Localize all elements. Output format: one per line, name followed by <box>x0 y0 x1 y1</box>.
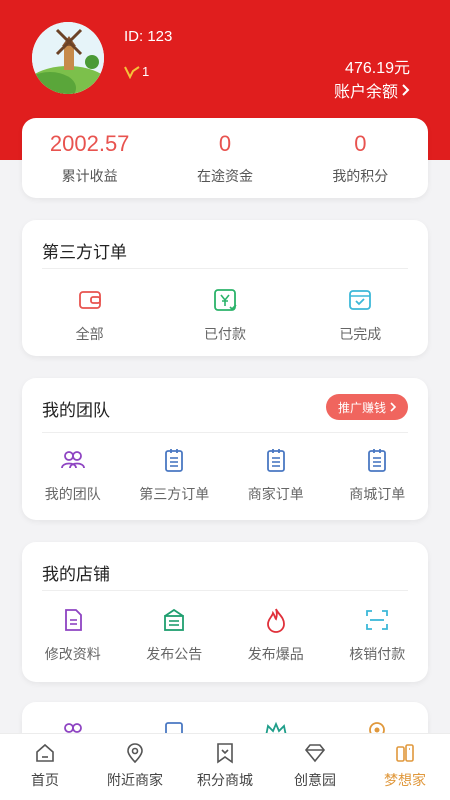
document-icon <box>64 609 82 631</box>
tab-label: 积分商城 <box>197 772 253 788</box>
tab-dreamer[interactable]: 梦想家 <box>360 734 450 800</box>
stats-card: 2002.57 累计收益 0 在途资金 0 我的积分 <box>22 118 428 198</box>
level-number: 1 <box>142 64 150 79</box>
item-label: 我的团队 <box>44 486 101 502</box>
tab-label: 创意园 <box>294 772 336 788</box>
clipboard-icon <box>266 449 285 472</box>
tab-label: 附近商家 <box>107 772 163 788</box>
stat-pending-funds[interactable]: 0 在途资金 <box>157 118 292 198</box>
my-team-button[interactable]: 我的团队 <box>22 446 124 504</box>
account-balance-link[interactable]: 账户余额 <box>334 78 410 102</box>
check-card-icon <box>349 290 372 310</box>
home-icon <box>36 743 54 762</box>
bottom-tab-bar: 首页 附近商家 积分商城 创意园 梦想家 <box>0 733 450 800</box>
tab-points-mall[interactable]: 积分商城 <box>180 734 270 800</box>
diamond-icon <box>304 744 326 763</box>
balance-label: 账户余额 <box>333 84 398 101</box>
third-party-orders-card: 第三方订单 全部 已付款 已完成 <box>22 220 428 356</box>
mall-orders-button[interactable]: 商城订单 <box>327 446 429 504</box>
member-level: 1 <box>124 64 149 79</box>
announcement-icon <box>164 608 185 631</box>
section-title: 第三方订单 <box>42 243 127 262</box>
divider <box>42 590 408 591</box>
user-id: ID: 123 <box>124 28 173 45</box>
my-shop-card: 我的店铺 修改资料 发布公告 发布爆品 核销付款 <box>22 542 428 682</box>
stat-total-earnings[interactable]: 2002.57 累计收益 <box>22 118 157 198</box>
section-title: 我的团队 <box>42 401 110 420</box>
publish-hot-product-button[interactable]: 发布爆品 <box>225 606 327 664</box>
tab-label: 首页 <box>31 772 59 788</box>
tab-label: 梦想家 <box>384 772 426 788</box>
tab-home[interactable]: 首页 <box>0 734 90 800</box>
order-all-button[interactable]: 全部 <box>22 286 157 344</box>
my-team-card: 我的团队 推广赚钱 我的团队 第三方订单 商家订单 商城订单 <box>22 378 428 520</box>
yen-check-icon <box>214 289 237 311</box>
fire-icon <box>266 608 285 633</box>
item-label: 第三方订单 <box>139 486 210 502</box>
team-third-party-orders-button[interactable]: 第三方订单 <box>124 446 226 504</box>
stat-value: 0 <box>354 131 367 156</box>
location-icon <box>127 743 143 764</box>
item-label: 发布爆品 <box>247 646 304 662</box>
publish-announcement-button[interactable]: 发布公告 <box>124 606 226 664</box>
item-label: 核销付款 <box>349 646 406 662</box>
level-badge-icon <box>124 65 140 79</box>
item-label: 已完成 <box>339 326 382 342</box>
item-label: 商家订单 <box>247 486 304 502</box>
promote-earn-button[interactable]: 推广赚钱 <box>325 394 408 420</box>
team-icon <box>60 451 85 469</box>
tab-nearby-merchants[interactable]: 附近商家 <box>90 734 180 800</box>
verify-payment-button[interactable]: 核销付款 <box>327 606 429 664</box>
order-completed-button[interactable]: 已完成 <box>293 286 428 344</box>
profile-card-icon <box>396 744 414 762</box>
wallet-icon <box>78 291 101 309</box>
shop-grid: 修改资料 发布公告 发布爆品 核销付款 <box>22 606 428 664</box>
item-label: 全部 <box>75 326 104 342</box>
avatar[interactable] <box>32 22 104 94</box>
stat-value: 0 <box>218 131 232 156</box>
stat-label: 我的积分 <box>332 168 389 184</box>
balance-amount: 476.19元 <box>345 60 410 77</box>
scan-icon <box>366 610 389 630</box>
clipboard-icon <box>165 449 184 472</box>
item-label: 修改资料 <box>44 646 101 662</box>
tab-creative-park[interactable]: 创意园 <box>270 734 360 800</box>
stat-value: 2002.57 <box>49 131 130 156</box>
team-grid: 我的团队 第三方订单 商家订单 商城订单 <box>22 446 428 504</box>
stat-label: 在途资金 <box>196 168 253 184</box>
section-title: 我的店铺 <box>42 565 110 584</box>
order-status-grid: 全部 已付款 已完成 <box>22 286 428 344</box>
chevron-right-icon <box>402 84 410 96</box>
merchant-orders-button[interactable]: 商家订单 <box>225 446 327 504</box>
divider <box>42 432 408 433</box>
divider <box>42 268 408 269</box>
chevron-right-icon <box>390 402 396 412</box>
bookmark-icon <box>217 743 233 764</box>
clipboard-icon <box>368 449 387 472</box>
order-paid-button[interactable]: 已付款 <box>157 286 292 344</box>
promo-label: 推广赚钱 <box>337 400 386 415</box>
edit-profile-button[interactable]: 修改资料 <box>22 606 124 664</box>
item-label: 已付款 <box>203 326 246 342</box>
stat-my-points[interactable]: 0 我的积分 <box>293 118 428 198</box>
item-label: 发布公告 <box>146 646 203 662</box>
stat-label: 累计收益 <box>61 168 118 184</box>
item-label: 商城订单 <box>349 486 406 502</box>
